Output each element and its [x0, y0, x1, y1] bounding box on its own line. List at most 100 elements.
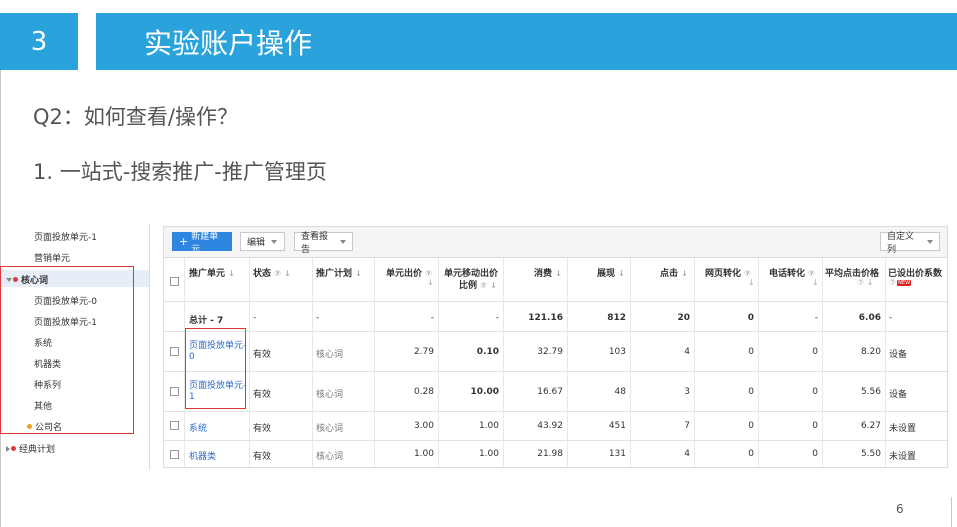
total-phone-conv: -	[814, 313, 818, 323]
row-mobile-ratio[interactable]: 10.00	[442, 387, 499, 397]
sort-icon[interactable]: ↓	[681, 269, 688, 278]
row-mobile-ratio[interactable]: 1.00	[442, 449, 499, 459]
unit-link[interactable]: 机器类	[189, 449, 216, 462]
chevron-down-icon	[927, 239, 933, 244]
sort-icon[interactable]: ↓	[867, 278, 874, 287]
row-cost: 43.92	[537, 421, 563, 431]
help-icon[interactable]: ⑦	[889, 278, 896, 287]
sort-icon[interactable]: ↓	[427, 278, 434, 287]
row-plan: 核心词	[316, 390, 344, 400]
col-divider	[503, 258, 504, 468]
row-bid[interactable]: 2.79	[378, 347, 434, 357]
sidebar-item-marketing-unit[interactable]: 营销单元	[34, 251, 70, 264]
total-status: -	[253, 313, 257, 323]
sort-icon[interactable]: ↓	[284, 269, 291, 278]
row-web-conv: 0	[748, 387, 754, 397]
row-status: 有效	[253, 424, 272, 434]
avg-cpc-help-sort[interactable]: ⑦ ↓	[857, 278, 873, 287]
sort-icon[interactable]: ↓	[355, 269, 362, 278]
row-impressions: 103	[608, 347, 626, 357]
row-mobile-ratio[interactable]: 0.10	[442, 347, 499, 357]
row-status: 有效	[253, 390, 272, 400]
row-checkbox[interactable]	[170, 421, 179, 430]
row-impressions: 48	[614, 387, 626, 397]
row-bid-coefficient[interactable]: 设备	[889, 347, 907, 360]
row-phone-conv: 0	[812, 421, 818, 431]
row-checkbox[interactable]	[170, 387, 179, 396]
col-header-label: 展现	[597, 269, 616, 279]
sort-icon[interactable]: ↓	[748, 278, 755, 287]
total-bid: -	[430, 313, 434, 323]
row-cost: 21.98	[537, 449, 563, 459]
row-checkbox[interactable]	[170, 450, 179, 459]
col-divider	[374, 258, 375, 468]
row-phone-conv: 0	[812, 347, 818, 357]
row-avg-cpc: 5.50	[860, 449, 881, 459]
sort-icon[interactable]: ↓	[618, 269, 625, 278]
toolbar: + 新建单元 编辑 查看报告 自定义列	[164, 227, 947, 258]
row-divider	[164, 411, 947, 412]
row-bid[interactable]: 0.28	[378, 387, 434, 397]
new-unit-button[interactable]: + 新建单元	[172, 232, 232, 255]
total-avg-cpc: 6.06	[858, 313, 881, 323]
row-checkbox[interactable]	[170, 347, 179, 356]
new-unit-label: 新建单元	[191, 231, 219, 255]
total-bid-coefficient: -	[889, 313, 893, 323]
page-number: 6	[896, 502, 904, 516]
row-web-conv: 0	[748, 449, 754, 459]
sort-icon[interactable]: ↓	[812, 278, 819, 287]
help-icon[interactable]: ⑦	[744, 269, 751, 278]
row-status: 有效	[253, 350, 272, 360]
row-bid-coefficient[interactable]: 未设置	[889, 421, 916, 434]
sidebar-group-classic-plan[interactable]: 经典计划	[6, 442, 55, 455]
row-mobile-ratio[interactable]: 1.00	[442, 421, 499, 431]
col-header-mobile-bid-line2: 比例 ⑦ ↓	[459, 278, 497, 291]
sort-icon[interactable]: ↓	[555, 269, 562, 278]
col-header-cost[interactable]: 消费 ↓	[534, 266, 562, 279]
row-bid[interactable]: 1.00	[378, 449, 434, 459]
custom-columns-label: 自定义列	[887, 231, 915, 255]
col-divider	[630, 258, 631, 468]
row-bid[interactable]: 3.00	[378, 421, 434, 431]
row-bid-coefficient[interactable]: 未设置	[889, 449, 916, 462]
report-label: 查看报告	[301, 231, 329, 255]
help-icon[interactable]: ⑦	[480, 281, 487, 290]
chevron-down-icon	[340, 239, 346, 244]
step-text: 1. 一站式-搜索推广-推广管理页	[33, 160, 327, 184]
edit-dropdown[interactable]: 编辑	[240, 232, 285, 251]
new-badge: NEW	[897, 279, 912, 286]
help-icon[interactable]: ⑦	[808, 269, 815, 278]
help-icon[interactable]: ⑦	[274, 269, 281, 278]
col-header-phone-conv[interactable]: 电话转化 ⑦	[769, 266, 815, 279]
report-dropdown[interactable]: 查看报告	[294, 232, 353, 255]
total-clicks: 20	[677, 313, 690, 323]
col-header-label: 电话转化	[769, 269, 806, 279]
unit-link[interactable]: 系统	[189, 421, 207, 434]
row-divider	[164, 301, 947, 302]
row-phone-conv: 0	[812, 387, 818, 397]
help-icon[interactable]: ⑦	[425, 269, 432, 278]
row-web-conv: 0	[748, 347, 754, 357]
collapse-arrow-icon[interactable]	[6, 445, 10, 452]
col-header-unit[interactable]: 推广单元 ↓	[189, 266, 235, 279]
col-header-label: 消费	[534, 269, 553, 279]
row-bid-coefficient[interactable]: 设备	[889, 387, 907, 400]
row-clicks: 7	[684, 421, 690, 431]
sidebar-item-unit-1[interactable]: 页面投放单元-1	[34, 230, 97, 243]
row-avg-cpc: 6.27	[860, 421, 881, 431]
col-divider	[694, 258, 695, 468]
col-header-bid[interactable]: 单元出价 ⑦	[386, 266, 432, 279]
col-divider	[758, 258, 759, 468]
col-header-plan[interactable]: 推广计划 ↓	[316, 266, 362, 279]
col-header-status[interactable]: 状态 ⑦ ↓	[253, 266, 291, 279]
col-header-impressions[interactable]: 展现 ↓	[597, 266, 625, 279]
unit-list-panel: + 新建单元 编辑 查看报告 自定义列 推广单元 ↓ 状态 ⑦ ↓ 推广计划 ↓…	[163, 226, 948, 468]
col-header-clicks[interactable]: 点击 ↓	[660, 266, 688, 279]
custom-columns-dropdown[interactable]: 自定义列	[880, 232, 940, 255]
help-icon[interactable]: ⑦	[857, 278, 864, 287]
sort-icon[interactable]: ↓	[228, 269, 235, 278]
select-all-checkbox[interactable]	[170, 277, 179, 286]
sort-icon[interactable]: ↓	[490, 281, 497, 290]
sidebar-splitter[interactable]	[149, 224, 150, 470]
col-header-web-conv[interactable]: 网页转化 ⑦	[705, 266, 751, 279]
